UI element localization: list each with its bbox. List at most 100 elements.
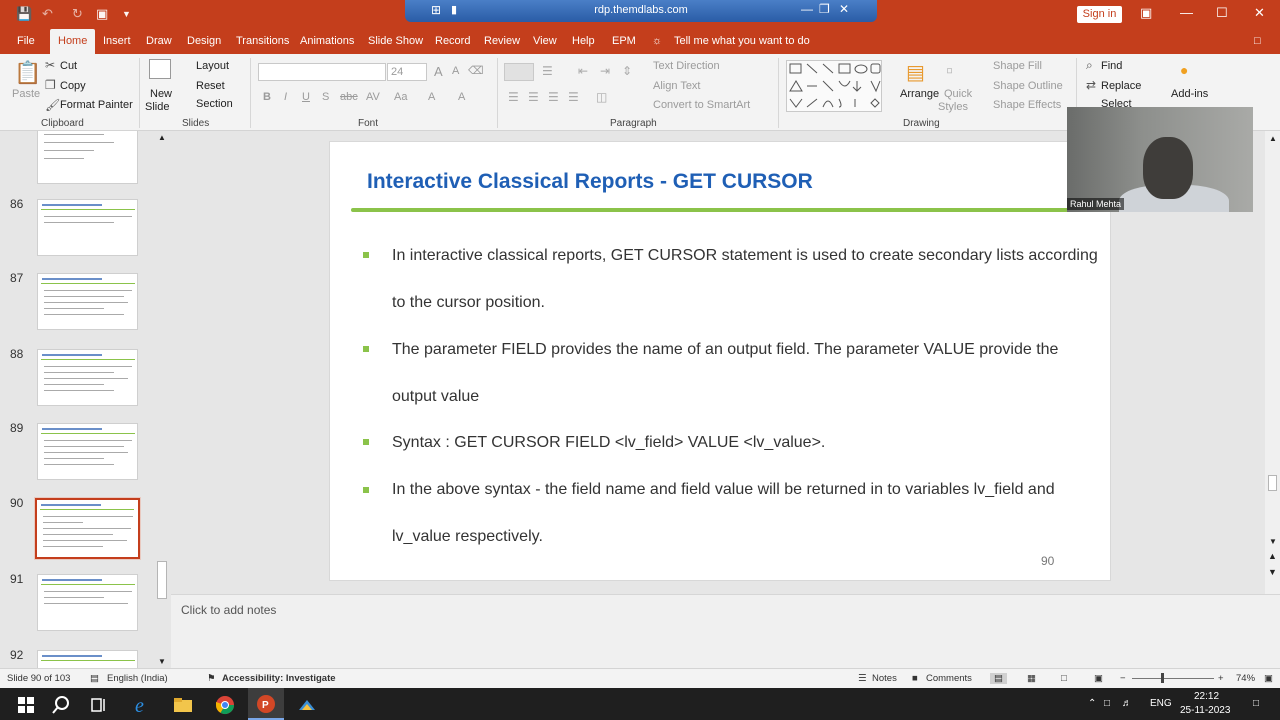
add-ins-button[interactable]: Add-ins: [1171, 88, 1208, 100]
line-spacing-icon[interactable]: ⇕: [622, 64, 632, 78]
minimize-icon[interactable]: —: [1180, 5, 1193, 20]
clock-date[interactable]: 25-11-2023: [1180, 705, 1230, 716]
comments-button[interactable]: Comments: [926, 673, 972, 684]
clear-format-icon[interactable]: ⌫: [468, 64, 484, 77]
replace-button[interactable]: Replace: [1101, 80, 1141, 92]
zoom-slider[interactable]: [1132, 678, 1214, 679]
decrease-indent-icon[interactable]: ⇤: [578, 64, 588, 78]
highlight-button[interactable]: A: [428, 91, 435, 103]
quick-styles-button-2[interactable]: Styles: [938, 101, 968, 113]
tab-review[interactable]: Review: [484, 35, 520, 47]
bold-button[interactable]: B: [263, 91, 271, 103]
new-slide-button[interactable]: New: [150, 88, 172, 100]
thumbnail-85[interactable]: [37, 131, 138, 184]
input-language[interactable]: ENG: [1150, 698, 1172, 709]
zoom-level[interactable]: 74%: [1236, 673, 1255, 684]
shadow-button[interactable]: S: [322, 91, 329, 103]
thumbnails-scroll-thumb[interactable]: [157, 561, 167, 599]
slide-show-icon[interactable]: ▣: [1094, 673, 1103, 684]
increase-indent-icon[interactable]: ⇥: [600, 64, 610, 78]
save-icon[interactable]: 💾: [16, 6, 32, 22]
paste-button[interactable]: Paste: [12, 88, 40, 100]
volume-icon[interactable]: ♬: [1122, 698, 1132, 709]
bullet-text-3[interactable]: Syntax : GET CURSOR FIELD <lv_field> VAL…: [392, 419, 1102, 466]
zoom-in-icon[interactable]: +: [1218, 673, 1224, 684]
justify-icon[interactable]: ☰: [568, 90, 579, 104]
new-slide-button-2[interactable]: Slide: [145, 101, 169, 113]
scroll-up-icon[interactable]: ▲: [1269, 134, 1277, 143]
bullet-text-4[interactable]: In the above syntax - the field name and…: [392, 466, 1102, 560]
align-center-icon[interactable]: ☰: [528, 90, 539, 104]
arrange-button[interactable]: Arrange: [900, 88, 939, 100]
section-button[interactable]: Section: [196, 98, 233, 110]
copy-icon[interactable]: ❐: [45, 78, 56, 92]
font-size-combo[interactable]: 24: [387, 63, 427, 81]
rdp-close-icon[interactable]: ✕: [839, 2, 849, 16]
tab-slide-show[interactable]: Slide Show: [368, 35, 423, 47]
cut-icon[interactable]: ✂: [45, 58, 55, 72]
convert-smartart-button[interactable]: Convert to SmartArt: [653, 99, 750, 111]
zoom-slider-thumb[interactable]: [1161, 673, 1164, 683]
copy-button[interactable]: Copy: [60, 80, 86, 92]
layout-button[interactable]: Layout: [196, 60, 229, 72]
app-icon[interactable]: [296, 694, 318, 716]
thumbnail-87[interactable]: [37, 273, 138, 330]
notification-icon[interactable]: □: [1253, 698, 1259, 709]
notes-placeholder[interactable]: Click to add notes: [181, 603, 276, 617]
cut-button[interactable]: Cut: [60, 60, 77, 72]
internet-explorer-icon[interactable]: e: [132, 694, 154, 716]
slide-canvas[interactable]: Interactive Classical Reports - GET CURS…: [329, 141, 1111, 581]
char-spacing-button[interactable]: AV: [366, 91, 380, 103]
thumbnail-91[interactable]: [37, 574, 138, 631]
comments-icon[interactable]: □: [1254, 35, 1261, 47]
find-icon[interactable]: ⌕: [1086, 58, 1093, 73]
tab-insert[interactable]: Insert: [103, 35, 131, 47]
tab-epm[interactable]: EPM: [612, 35, 636, 47]
tab-record[interactable]: Record: [435, 35, 470, 47]
sign-in-button[interactable]: Sign in: [1077, 6, 1122, 23]
previous-slide-icon[interactable]: ▲: [1268, 551, 1277, 561]
next-slide-icon[interactable]: ▼: [1268, 567, 1277, 577]
paste-icon[interactable]: 📋: [14, 60, 41, 86]
font-color-button[interactable]: A: [458, 91, 465, 103]
font-name-combo[interactable]: [258, 63, 386, 81]
windows-start-icon[interactable]: [15, 694, 37, 716]
tray-overflow-icon[interactable]: ⌃: [1088, 698, 1096, 709]
notes-button[interactable]: Notes: [872, 673, 897, 684]
thumbnail-92[interactable]: [37, 650, 138, 668]
format-painter-icon[interactable]: 🖌: [45, 98, 60, 112]
shape-effects-button[interactable]: Shape Effects: [993, 99, 1061, 111]
tab-help[interactable]: Help: [572, 35, 595, 47]
scroll-down-icon[interactable]: ▼: [158, 657, 166, 666]
scroll-up-icon[interactable]: ▲: [158, 133, 166, 142]
quick-styles-button[interactable]: Quick: [944, 88, 972, 100]
powerpoint-taskbar-button[interactable]: P: [248, 688, 284, 720]
strikethrough-button[interactable]: abc: [340, 91, 358, 103]
maximize-icon[interactable]: ☐: [1216, 5, 1228, 21]
ribbon-display-icon[interactable]: ▣: [1140, 5, 1152, 21]
task-view-icon[interactable]: [88, 694, 110, 716]
undo-icon[interactable]: ↶: [42, 6, 53, 22]
underline-button[interactable]: U: [302, 91, 310, 103]
thumbnail-90-selected[interactable]: [35, 498, 140, 559]
shapes-gallery[interactable]: [786, 60, 882, 112]
zoom-out-icon[interactable]: −: [1120, 673, 1126, 684]
arrange-icon[interactable]: ▤: [906, 60, 925, 85]
customize-quick-access-icon[interactable]: ▼: [122, 9, 131, 19]
reading-view-icon[interactable]: □: [1061, 673, 1067, 684]
bullet-text-2[interactable]: The parameter FIELD provides the name of…: [392, 326, 1102, 420]
align-right-icon[interactable]: ☰: [548, 90, 559, 104]
bullet-text-1[interactable]: In interactive classical reports, GET CU…: [392, 232, 1102, 326]
editor-scrollbar[interactable]: ▲ ▼ ▲ ▼: [1265, 131, 1280, 594]
thumbnail-88[interactable]: [37, 349, 138, 406]
tab-design[interactable]: Design: [187, 35, 221, 47]
file-explorer-icon[interactable]: [172, 694, 194, 716]
tab-transitions[interactable]: Transitions: [236, 35, 289, 47]
normal-view-icon[interactable]: ▤: [990, 673, 1007, 684]
notes-pane[interactable]: Click to add notes: [171, 594, 1280, 668]
columns-icon[interactable]: ◫: [596, 90, 607, 104]
add-ins-icon[interactable]: ●: [1180, 62, 1188, 78]
numbering-icon[interactable]: ☰: [542, 64, 553, 78]
slide-sorter-icon[interactable]: ▦: [1027, 673, 1036, 684]
rdp-restore-icon[interactable]: ❐: [819, 2, 830, 16]
